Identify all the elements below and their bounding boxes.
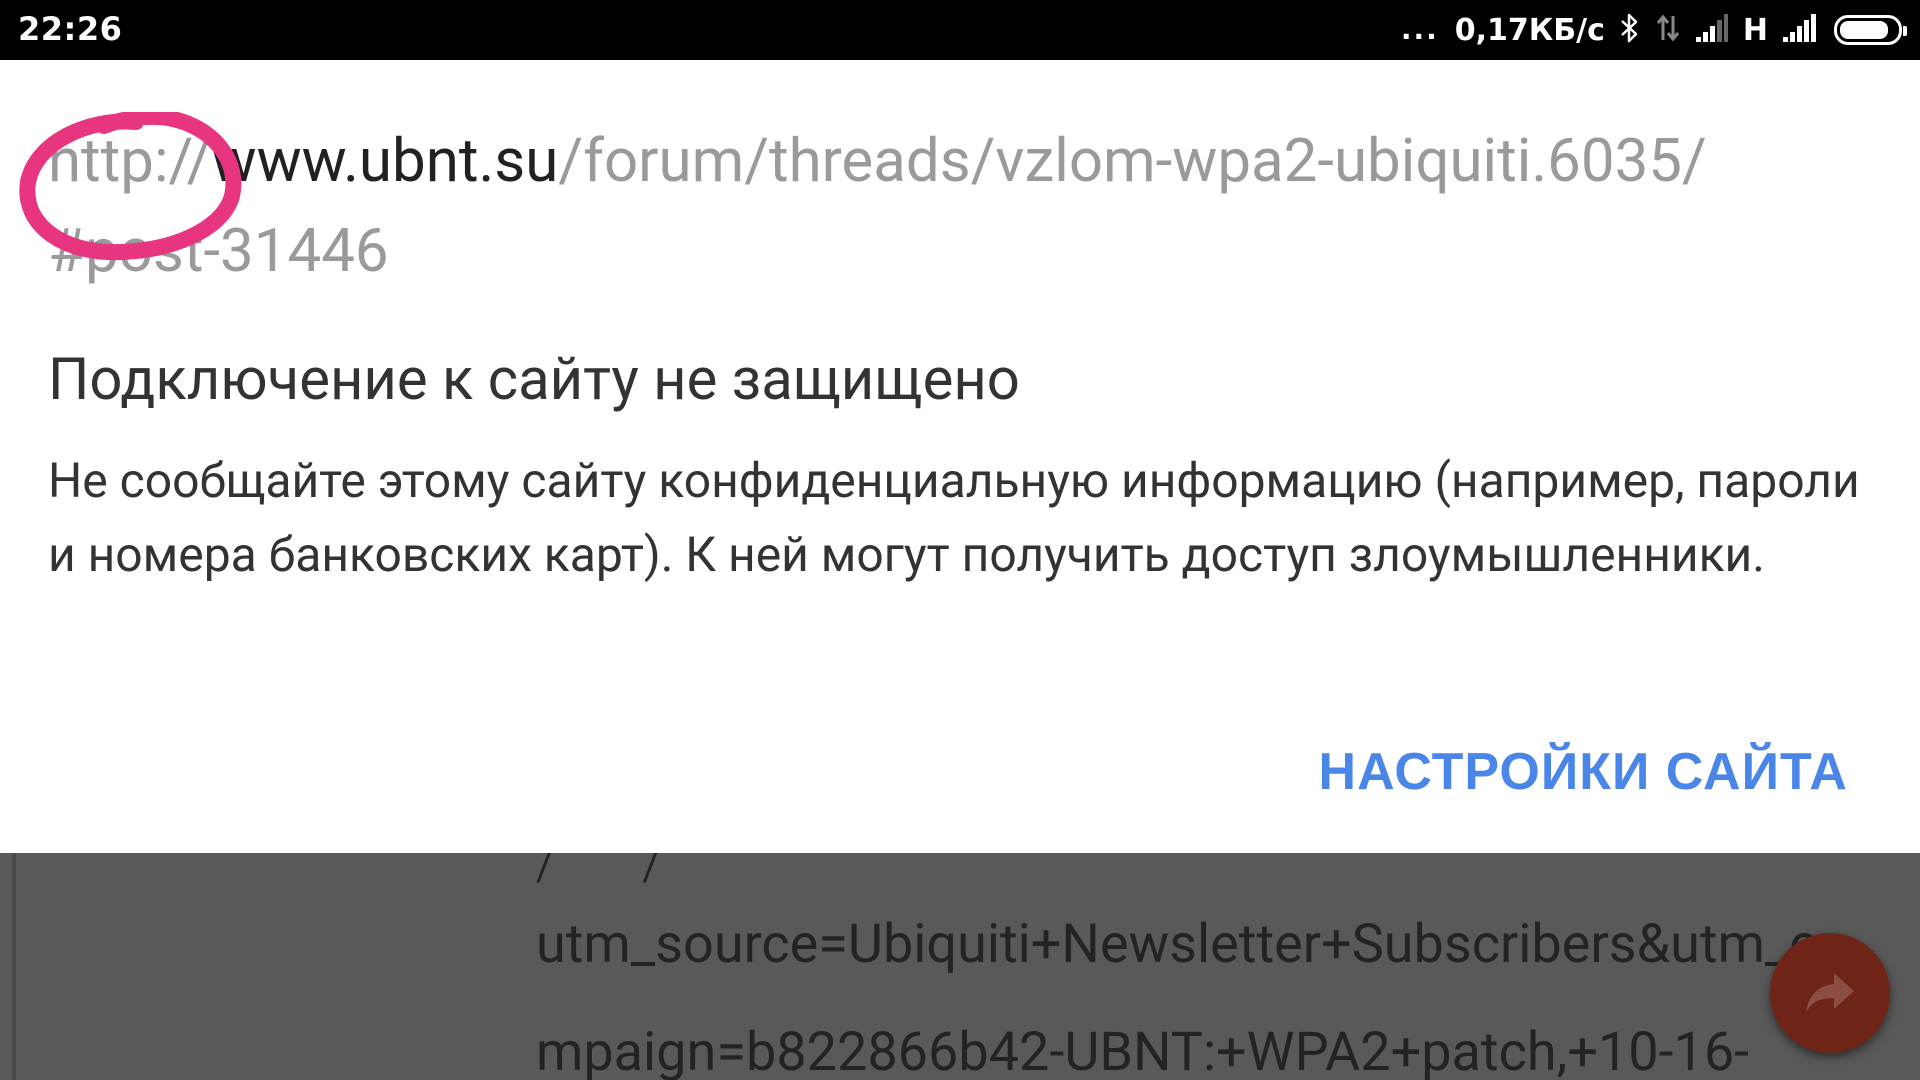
url-fragment: #post-31446 [48, 215, 389, 286]
page-info-popup: http://www.ubnt.su/forum/threads/vzlom-w… [0, 60, 1920, 853]
url-path: /forum/threads/vzlom-wpa2-ubiquiti.6035/ [558, 125, 1707, 196]
share-arrow-icon [1806, 973, 1854, 1013]
url-scheme: http:// [48, 125, 212, 196]
network-speed: 0,17КБ/с [1454, 12, 1605, 48]
connection-warning-title: Подключение к сайту не защищено [48, 346, 1020, 414]
share-fab-button[interactable] [1770, 933, 1890, 1053]
battery-icon [1834, 15, 1907, 45]
signal-icon [1695, 13, 1729, 47]
bluetooth-icon [1619, 12, 1641, 48]
background-text-line: mpaign=b822866b42-UBNT:+WPA2+patch,+10-1… [536, 1021, 1750, 1080]
data-arrows-icon [1655, 12, 1681, 48]
background-card: / / utm_source=Ubiquiti+Newsletter+Subsc… [12, 843, 1920, 1080]
url-host: www.ubnt.su [211, 125, 559, 196]
signal-icon [1782, 13, 1820, 47]
more-notifications-icon: ... [1400, 13, 1439, 46]
site-settings-button[interactable]: НАСТРОЙКИ САЙТА [1319, 742, 1848, 802]
status-icons: ... 0,17КБ/с H [1400, 10, 1907, 50]
background-page: / / utm_source=Ubiquiti+Newsletter+Subsc… [0, 843, 1920, 1080]
status-bar: 22:26 ... 0,17КБ/с H [0, 0, 1920, 60]
background-text-line: utm_source=Ubiquiti+Newsletter+Subscribe… [536, 913, 1818, 976]
page-url: http://www.ubnt.su/forum/threads/vzlom-w… [48, 116, 1848, 296]
network-type: H [1742, 12, 1768, 48]
connection-warning-description: Не сообщайте этому сайту конфиденциальну… [48, 452, 1860, 583]
status-time: 22:26 [18, 10, 123, 48]
